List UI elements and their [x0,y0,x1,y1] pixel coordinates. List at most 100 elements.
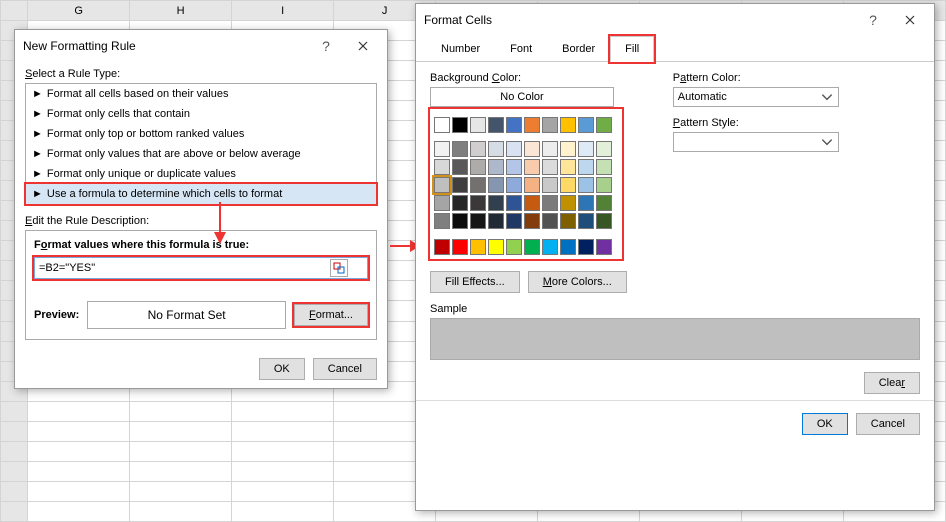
cancel-button[interactable]: Cancel [856,413,920,435]
color-swatch[interactable] [578,159,594,175]
color-swatch[interactable] [452,213,468,229]
color-swatch[interactable] [596,195,612,211]
color-swatch[interactable] [452,195,468,211]
rule-type-option[interactable]: ►Format only top or bottom ranked values [26,124,376,144]
ok-button[interactable]: OK [259,358,305,380]
color-swatch[interactable] [578,177,594,193]
color-swatch[interactable] [470,239,486,255]
color-swatch[interactable] [578,117,594,133]
cancel-button[interactable]: Cancel [313,358,377,380]
color-swatch[interactable] [452,117,468,133]
color-swatch[interactable] [560,195,576,211]
color-swatch[interactable] [542,159,558,175]
color-swatch[interactable] [560,159,576,175]
color-swatch[interactable] [560,117,576,133]
tab-font[interactable]: Font [495,36,547,62]
color-swatch[interactable] [488,239,504,255]
color-swatch[interactable] [578,141,594,157]
color-swatch[interactable] [434,213,450,229]
close-icon[interactable] [894,10,926,30]
range-picker-icon[interactable] [330,259,348,277]
color-swatch[interactable] [452,177,468,193]
color-swatch[interactable] [488,177,504,193]
color-swatch[interactable] [488,159,504,175]
color-swatch[interactable] [470,141,486,157]
format-button[interactable]: Format... [294,304,368,326]
color-swatch[interactable] [542,177,558,193]
color-swatch[interactable] [506,159,522,175]
color-swatch[interactable] [524,213,540,229]
no-color-button[interactable]: No Color [430,87,614,107]
titlebar[interactable]: Format Cells ? [416,4,934,36]
color-swatch[interactable] [596,141,612,157]
color-swatch[interactable] [560,141,576,157]
color-swatch[interactable] [542,141,558,157]
color-swatch[interactable] [506,239,522,255]
color-swatch[interactable] [470,195,486,211]
color-swatch[interactable] [470,177,486,193]
tab-number[interactable]: Number [426,36,495,62]
tab-border[interactable]: Border [547,36,610,62]
color-swatch[interactable] [542,213,558,229]
color-swatch[interactable] [434,239,450,255]
rule-type-option[interactable]: ►Format only unique or duplicate values [26,164,376,184]
rule-type-option[interactable]: ►Format only cells that contain [26,104,376,124]
color-swatch[interactable] [506,141,522,157]
color-swatch[interactable] [560,213,576,229]
color-swatch[interactable] [452,239,468,255]
color-swatch[interactable] [578,213,594,229]
color-swatch[interactable] [542,195,558,211]
color-swatch[interactable] [524,159,540,175]
color-swatch[interactable] [452,159,468,175]
ok-button[interactable]: OK [802,413,848,435]
titlebar[interactable]: New Formatting Rule ? [15,30,387,62]
color-swatch[interactable] [596,239,612,255]
color-swatch[interactable] [596,213,612,229]
pattern-style-select[interactable] [673,132,839,152]
fill-effects-button[interactable]: Fill Effects... [430,271,520,293]
color-swatch[interactable] [560,177,576,193]
close-icon[interactable] [347,36,379,56]
color-swatch[interactable] [506,195,522,211]
color-swatch[interactable] [560,239,576,255]
color-swatch[interactable] [524,177,540,193]
color-swatch[interactable] [524,117,540,133]
color-swatch[interactable] [542,239,558,255]
color-swatch[interactable] [434,195,450,211]
color-swatch[interactable] [434,177,450,193]
color-swatch[interactable] [434,117,450,133]
color-swatch[interactable] [488,213,504,229]
rule-type-option-selected[interactable]: ►Use a formula to determine which cells … [26,184,376,204]
color-swatch[interactable] [434,141,450,157]
color-swatch[interactable] [452,141,468,157]
color-swatch[interactable] [506,117,522,133]
help-icon[interactable]: ? [866,13,880,27]
col-i[interactable]: I [232,1,334,21]
color-swatch[interactable] [524,141,540,157]
color-swatch[interactable] [470,213,486,229]
pattern-color-select[interactable]: Automatic [673,87,839,107]
color-swatch[interactable] [488,117,504,133]
color-swatch[interactable] [524,195,540,211]
color-swatch[interactable] [506,177,522,193]
color-swatch[interactable] [578,239,594,255]
col-h[interactable]: H [130,1,232,21]
color-swatch[interactable] [578,195,594,211]
rule-type-option[interactable]: ►Format all cells based on their values [26,84,376,104]
color-swatch[interactable] [506,213,522,229]
color-swatch[interactable] [596,177,612,193]
color-swatch[interactable] [542,117,558,133]
color-swatch[interactable] [596,117,612,133]
help-icon[interactable]: ? [319,39,333,53]
col-g[interactable]: G [28,1,130,21]
color-swatch[interactable] [488,195,504,211]
color-swatch[interactable] [470,159,486,175]
tab-fill[interactable]: Fill [610,36,654,62]
color-swatch[interactable] [596,159,612,175]
color-swatch[interactable] [434,159,450,175]
clear-button[interactable]: Clear [864,372,920,394]
color-swatch[interactable] [524,239,540,255]
more-colors-button[interactable]: More Colors... [528,271,627,293]
color-swatch[interactable] [470,117,486,133]
rule-type-option[interactable]: ►Format only values that are above or be… [26,144,376,164]
